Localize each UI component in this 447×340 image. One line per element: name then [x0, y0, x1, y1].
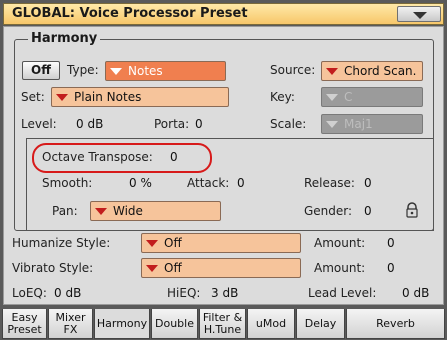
- tab-label: Double: [155, 316, 194, 330]
- page-menu-button[interactable]: [397, 6, 441, 22]
- set-dropdown[interactable]: Plain Notes: [51, 87, 229, 107]
- dropdown-arrow-icon: [109, 65, 123, 77]
- hieq-value[interactable]: 3 dB: [211, 286, 238, 300]
- dropdown-arrow-icon: [325, 65, 339, 77]
- dropdown-arrow-icon: [325, 118, 339, 130]
- humanize-style-dropdown[interactable]: Off: [141, 233, 301, 253]
- dropdown-arrow-icon: [55, 91, 69, 103]
- humanize-amount-value[interactable]: 0: [387, 236, 395, 250]
- attack-value[interactable]: 0: [237, 176, 245, 190]
- tab-delay[interactable]: Delay: [296, 309, 345, 339]
- chevron-down-icon: [413, 12, 427, 19]
- harmony-group-title: Harmony: [28, 31, 101, 46]
- voice-processor-screen: GLOBAL: Voice Processor Preset Harmony O…: [0, 0, 447, 340]
- tab-label: Reverb: [376, 316, 415, 330]
- smooth-label: Smooth:: [42, 176, 93, 190]
- source-value: Chord Scan.: [344, 64, 417, 78]
- vibrato-amount-value[interactable]: 0: [387, 261, 395, 275]
- dropdown-arrow-icon: [145, 262, 159, 274]
- set-label: Set:: [21, 90, 45, 104]
- level-value[interactable]: 0 dB: [76, 117, 103, 131]
- pan-dropdown[interactable]: Wide: [90, 201, 221, 221]
- porta-value[interactable]: 0: [195, 117, 203, 131]
- dropdown-arrow-icon: [325, 91, 339, 103]
- tab-harmony[interactable]: Harmony: [94, 309, 150, 339]
- harmony-off-button[interactable]: Off: [22, 61, 60, 80]
- vibrato-style-dropdown[interactable]: Off: [141, 258, 301, 278]
- release-label: Release:: [304, 176, 355, 190]
- key-dropdown: C: [321, 87, 423, 107]
- set-value: Plain Notes: [74, 90, 142, 104]
- humanize-amount-label: Amount:: [314, 236, 366, 250]
- pan-label: Pan:: [52, 204, 78, 218]
- pan-value: Wide: [113, 204, 143, 218]
- source-dropdown[interactable]: Chord Scan.: [321, 61, 423, 81]
- type-value: Notes: [128, 64, 163, 78]
- octave-transpose-label: Octave Transpose:: [42, 150, 153, 164]
- attack-label: Attack:: [187, 176, 230, 190]
- humanize-style-label: Humanize Style:: [12, 236, 111, 250]
- type-label: Type:: [67, 63, 99, 77]
- tab-umod[interactable]: uMod: [247, 309, 295, 339]
- scale-label: Scale:: [270, 117, 307, 131]
- tab-bar: Easy Preset Mixer FX Harmony Double Filter…: [0, 309, 447, 340]
- hieq-label: HiEQ:: [167, 286, 201, 300]
- title-bar: GLOBAL: Voice Processor Preset: [3, 3, 444, 25]
- lock-icon[interactable]: [405, 202, 419, 218]
- vibrato-style-label: Vibrato Style:: [12, 261, 94, 275]
- gender-label: Gender:: [304, 204, 353, 218]
- tab-label: Filter & H.Tune: [202, 310, 243, 336]
- gender-value[interactable]: 0: [364, 204, 372, 218]
- tab-label: Harmony: [96, 316, 148, 330]
- dropdown-arrow-icon: [94, 205, 108, 217]
- release-value[interactable]: 0: [364, 176, 372, 190]
- vibrato-style-value: Off: [164, 261, 182, 275]
- key-label: Key:: [270, 90, 295, 104]
- tab-label: Delay: [304, 316, 337, 330]
- lead-level-label: Lead Level:: [308, 286, 377, 300]
- lead-level-value[interactable]: 0 dB: [402, 286, 429, 300]
- tab-easy-preset[interactable]: Easy Preset: [2, 309, 47, 339]
- source-label: Source:: [270, 63, 316, 77]
- tab-double[interactable]: Double: [151, 309, 198, 339]
- vibrato-amount-label: Amount:: [314, 261, 366, 275]
- voice-subgroup-topline: [26, 138, 434, 139]
- tab-label: uMod: [255, 316, 287, 330]
- type-dropdown[interactable]: Notes: [105, 61, 226, 81]
- loeq-label: LoEQ:: [12, 286, 47, 300]
- key-value: C: [344, 90, 353, 104]
- dropdown-arrow-icon: [145, 237, 159, 249]
- tab-filter-htune[interactable]: Filter & H.Tune: [199, 309, 246, 339]
- main-panel: Harmony Off Type: Notes Source: Chord Sc…: [3, 26, 444, 305]
- scale-dropdown: Maj1: [321, 114, 423, 134]
- smooth-value[interactable]: 0 %: [129, 176, 152, 190]
- tab-label: Mixer FX: [55, 310, 86, 336]
- tab-label: Easy Preset: [7, 310, 42, 336]
- tab-reverb[interactable]: Reverb: [346, 309, 445, 339]
- octave-transpose-value[interactable]: 0: [170, 150, 178, 164]
- tab-mixer-fx[interactable]: Mixer FX: [48, 309, 93, 339]
- porta-label: Porta:: [154, 117, 190, 131]
- page-title: GLOBAL: Voice Processor Preset: [12, 6, 248, 21]
- humanize-style-value: Off: [164, 236, 182, 250]
- scale-value: Maj1: [344, 117, 373, 131]
- loeq-value[interactable]: 0 dB: [54, 286, 81, 300]
- level-label: Level:: [21, 117, 57, 131]
